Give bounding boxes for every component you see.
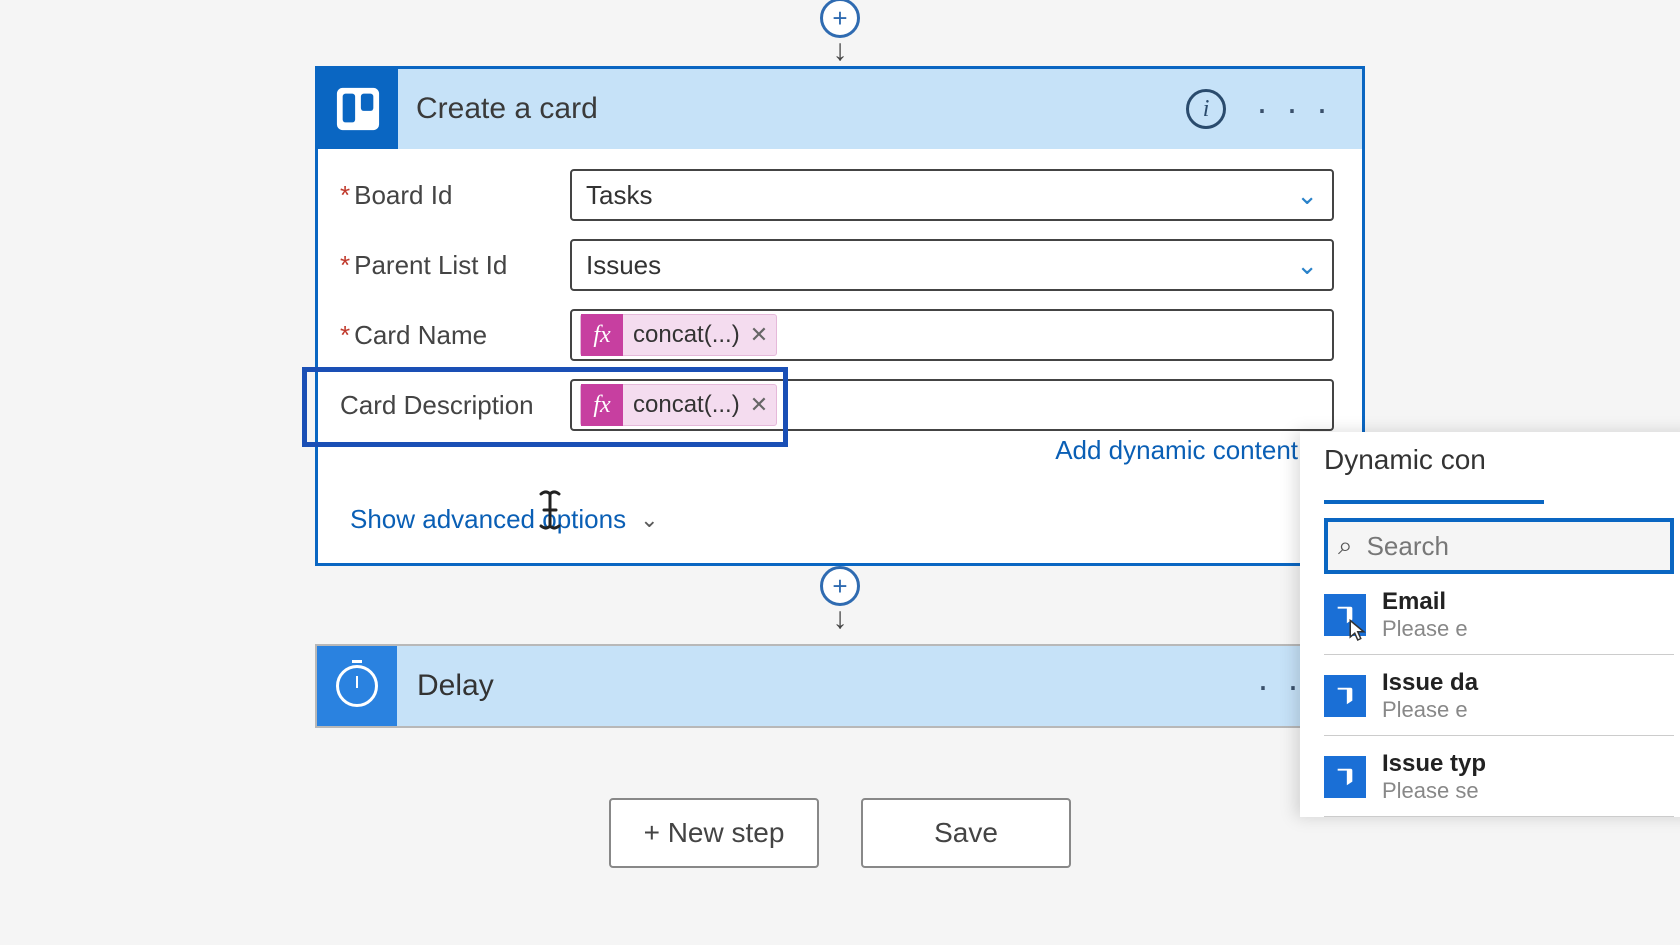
action-card-body: *Board Id Tasks ⌄ *Parent List Id Issues…	[318, 149, 1362, 563]
search-icon: ⌕	[1338, 530, 1353, 562]
show-advanced-options-link[interactable]: Show advanced options ⌄	[350, 504, 659, 535]
parent-list-id-dropdown[interactable]: Issues ⌄	[570, 239, 1334, 291]
expression-token[interactable]: fx concat(...) ✕	[580, 314, 777, 356]
dc-item-title: Issue da	[1382, 669, 1478, 697]
dynamic-content-heading: Dynamic con	[1324, 444, 1680, 476]
form-field-icon	[1324, 594, 1366, 636]
form-field-icon	[1324, 756, 1366, 798]
dc-item-title: Issue typ	[1382, 750, 1486, 778]
arrow-down-icon: ↓	[833, 36, 848, 66]
chevron-down-icon: ⌄	[1296, 180, 1318, 211]
expression-token[interactable]: fx concat(...) ✕	[580, 384, 777, 426]
trello-icon	[318, 69, 398, 149]
remove-token-icon[interactable]: ✕	[750, 392, 768, 418]
dc-item-sub: Please e	[1382, 697, 1478, 723]
fx-icon: fx	[581, 314, 623, 356]
field-board-id: *Board Id Tasks ⌄	[340, 169, 1334, 221]
delay-title: Delay	[417, 669, 1257, 703]
add-step-plus-icon[interactable]: +	[820, 0, 860, 38]
field-label-parent-list: *Parent List Id	[340, 250, 570, 281]
stopwatch-icon	[317, 646, 397, 726]
remove-token-icon[interactable]: ✕	[750, 322, 768, 348]
fx-icon: fx	[581, 384, 623, 426]
field-label-card-description: Card Description	[340, 390, 570, 421]
field-card-description: Card Description fx concat(...) ✕	[340, 379, 1334, 431]
arrow-down-icon: ↓	[833, 604, 848, 634]
more-icon[interactable]: · · ·	[1256, 88, 1332, 130]
field-label-board-id: *Board Id	[340, 180, 570, 211]
token-label: concat(...)	[633, 391, 740, 419]
action-card-header[interactable]: Create a card i · · ·	[318, 69, 1362, 149]
card-name-input[interactable]: fx concat(...) ✕	[570, 309, 1334, 361]
connector-top: + ↓	[315, 0, 1365, 66]
search-placeholder: Search	[1367, 531, 1449, 562]
info-icon[interactable]: i	[1186, 89, 1226, 129]
field-parent-list-id: *Parent List Id Issues ⌄	[340, 239, 1334, 291]
token-label: concat(...)	[633, 321, 740, 349]
parent-list-value: Issues	[586, 250, 661, 281]
action-card-delay[interactable]: Delay · · ·	[315, 644, 1365, 728]
chevron-down-icon: ⌄	[640, 507, 658, 533]
action-card-title: Create a card	[416, 92, 1186, 126]
action-card-create-a-card: Create a card i · · · *Board Id Tasks ⌄ …	[315, 66, 1365, 566]
dc-item-sub: Please se	[1382, 778, 1486, 804]
dynamic-content-item-issue-date[interactable]: Issue da Please e	[1324, 669, 1680, 723]
connector-bottom: + ↓	[315, 568, 1365, 634]
dc-item-sub: Please e	[1382, 616, 1468, 642]
add-step-plus-icon[interactable]: +	[820, 566, 860, 606]
dynamic-content-panel: Dynamic con ⌕ Search Email Please e Issu…	[1300, 432, 1680, 817]
form-field-icon	[1324, 675, 1366, 717]
board-id-value: Tasks	[586, 180, 652, 211]
add-dynamic-content-link[interactable]: Add dynamic content	[1055, 435, 1298, 466]
dynamic-content-item-email[interactable]: Email Please e	[1324, 588, 1680, 642]
save-button[interactable]: Save	[861, 798, 1071, 868]
chevron-down-icon: ⌄	[1296, 250, 1318, 281]
footer-buttons: + New step Save	[315, 798, 1365, 868]
board-id-dropdown[interactable]: Tasks ⌄	[570, 169, 1334, 221]
dynamic-content-search-input[interactable]: ⌕ Search	[1324, 518, 1674, 574]
show-advanced-options-label: Show advanced options	[350, 504, 626, 535]
field-card-name: *Card Name fx concat(...) ✕	[340, 309, 1334, 361]
divider	[1324, 735, 1674, 736]
divider	[1324, 816, 1674, 817]
divider	[1324, 654, 1674, 655]
card-description-input[interactable]: fx concat(...) ✕	[570, 379, 1334, 431]
dc-item-title: Email	[1382, 588, 1468, 616]
new-step-button[interactable]: + New step	[609, 798, 819, 868]
field-label-card-name: *Card Name	[340, 320, 570, 351]
dynamic-content-item-issue-type[interactable]: Issue typ Please se	[1324, 750, 1680, 804]
dynamic-content-tab-underline[interactable]	[1324, 496, 1544, 504]
